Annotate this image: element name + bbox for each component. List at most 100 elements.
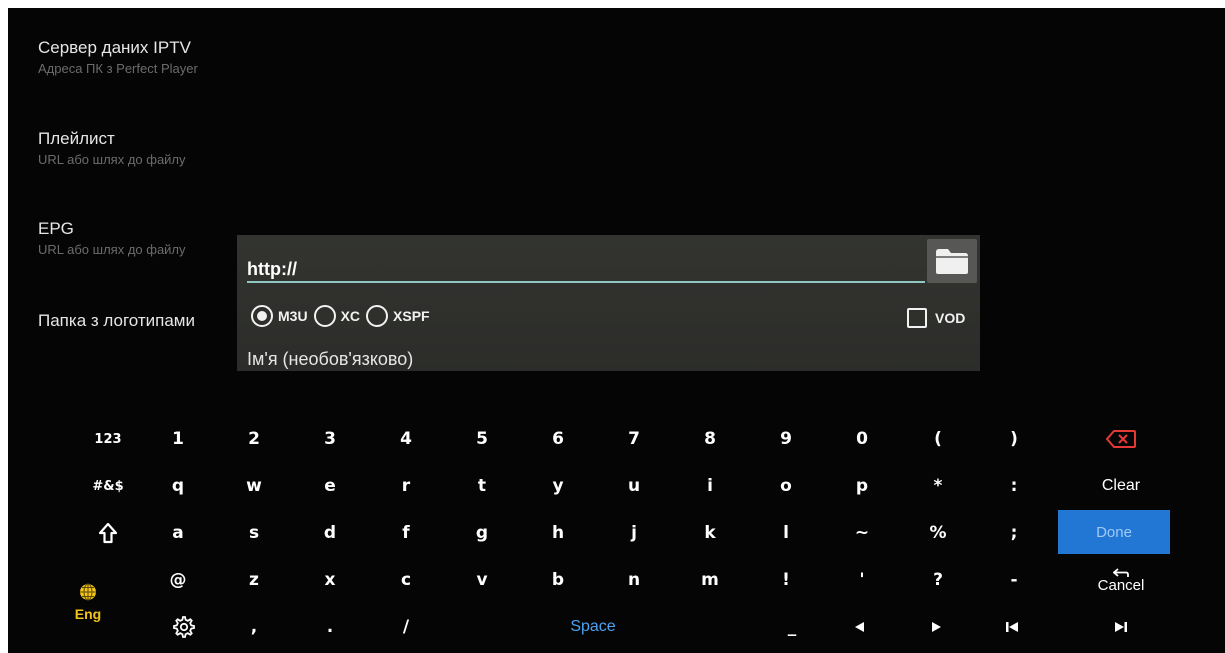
key-char[interactable]: ( bbox=[900, 416, 976, 462]
key-shift[interactable] bbox=[70, 510, 146, 556]
key-char[interactable]: f bbox=[368, 510, 444, 556]
key-char[interactable]: ? bbox=[900, 557, 976, 603]
key-char[interactable]: j bbox=[596, 510, 672, 556]
key-char[interactable]: e bbox=[292, 463, 368, 509]
key-char[interactable]: v bbox=[444, 557, 520, 603]
radio-xspf[interactable]: XSPF bbox=[366, 305, 430, 327]
key-char[interactable]: . bbox=[292, 604, 368, 650]
key-char[interactable]: @ bbox=[140, 557, 216, 603]
setting-playlist[interactable]: Плейлист URL або шлях до файлу bbox=[38, 129, 186, 169]
key-char[interactable]: k bbox=[672, 510, 748, 556]
backspace-icon bbox=[1105, 430, 1136, 448]
key-char[interactable]: ! bbox=[748, 557, 824, 603]
gear-icon bbox=[173, 616, 195, 638]
key-char[interactable]: ' bbox=[824, 557, 900, 603]
key-char[interactable]: * bbox=[900, 463, 976, 509]
key-char[interactable]: b bbox=[520, 557, 596, 603]
radio-label: XC bbox=[340, 308, 361, 324]
key-char[interactable]: - bbox=[976, 557, 1052, 603]
key-char[interactable]: l bbox=[748, 510, 824, 556]
key-cancel[interactable]: Cancel bbox=[1076, 557, 1166, 603]
key-symbols-mode[interactable]: #&$ bbox=[70, 463, 146, 509]
key-char[interactable]: 7 bbox=[596, 416, 672, 462]
key-language[interactable]: Eng bbox=[50, 557, 126, 647]
name-input[interactable] bbox=[247, 347, 947, 371]
vod-checkbox[interactable]: VOD bbox=[907, 308, 965, 328]
key-char[interactable]: u bbox=[596, 463, 672, 509]
radio-label: XSPF bbox=[393, 308, 430, 324]
setting-iptv-data-server[interactable]: Сервер даних IPTV Адреса ПК з Perfect Pl… bbox=[38, 38, 198, 78]
key-end[interactable] bbox=[1083, 604, 1159, 650]
key-char[interactable]: h bbox=[520, 510, 596, 556]
folder-icon bbox=[936, 249, 968, 274]
key-char[interactable]: 0 bbox=[824, 416, 900, 462]
key-char[interactable]: q bbox=[140, 463, 216, 509]
url-input[interactable] bbox=[247, 249, 925, 283]
key-char[interactable]: , bbox=[216, 604, 292, 650]
radio-circle bbox=[313, 305, 336, 327]
setting-title: Плейлист bbox=[38, 129, 115, 148]
key-char[interactable]: ) bbox=[976, 416, 1052, 462]
setting-epg[interactable]: EPG URL або шлях до файлу bbox=[38, 219, 186, 259]
key-char[interactable]: y bbox=[520, 463, 596, 509]
key-backspace[interactable] bbox=[1083, 416, 1159, 462]
skip-end-icon bbox=[1115, 622, 1127, 632]
playlist-dialog: M3U XC XSPF VOD bbox=[237, 235, 980, 371]
radio-selected-dot bbox=[257, 311, 267, 321]
key-numbers-mode[interactable]: 123 bbox=[70, 416, 146, 462]
radio-circle bbox=[366, 305, 389, 327]
key-char[interactable]: a bbox=[140, 510, 216, 556]
setting-title: Сервер даних IPTV bbox=[38, 38, 191, 57]
key-char[interactable]: 6 bbox=[520, 416, 596, 462]
format-radio-group: M3U XC XSPF bbox=[251, 305, 436, 327]
key-char[interactable]: o bbox=[748, 463, 824, 509]
radio-xc[interactable]: XC bbox=[313, 305, 361, 327]
key-left[interactable] bbox=[822, 604, 898, 650]
key-home[interactable] bbox=[974, 604, 1050, 650]
key-char[interactable]: s bbox=[216, 510, 292, 556]
key-char[interactable]: g bbox=[444, 510, 520, 556]
key-char[interactable]: ~ bbox=[824, 510, 900, 556]
key-char[interactable]: 9 bbox=[748, 416, 824, 462]
key-char[interactable]: r bbox=[368, 463, 444, 509]
key-char[interactable]: 4 bbox=[368, 416, 444, 462]
checkbox-box bbox=[907, 308, 927, 328]
key-underscore[interactable]: _ bbox=[754, 604, 830, 650]
key-char[interactable]: 1 bbox=[140, 416, 216, 462]
language-label: Eng bbox=[74, 606, 102, 622]
key-char[interactable]: z bbox=[216, 557, 292, 603]
vod-label: VOD bbox=[935, 310, 966, 326]
key-char[interactable]: 8 bbox=[672, 416, 748, 462]
key-char[interactable]: w bbox=[216, 463, 292, 509]
key-char[interactable]: i bbox=[672, 463, 748, 509]
key-char[interactable]: 3 bbox=[292, 416, 368, 462]
key-char[interactable]: d bbox=[292, 510, 368, 556]
radio-circle bbox=[251, 305, 273, 327]
browse-folder-button[interactable] bbox=[927, 239, 977, 283]
key-char[interactable]: 5 bbox=[444, 416, 520, 462]
tv-screen: Сервер даних IPTV Адреса ПК з Perfect Pl… bbox=[8, 8, 1225, 653]
key-space[interactable]: Space bbox=[488, 604, 698, 650]
key-clear[interactable]: Clear bbox=[1076, 463, 1166, 509]
undo-arrow-icon bbox=[1113, 567, 1129, 577]
key-char[interactable]: ; bbox=[976, 510, 1052, 556]
setting-logo-folder[interactable]: Папка з логотипами bbox=[38, 311, 195, 331]
radio-m3u[interactable]: M3U bbox=[251, 305, 308, 327]
skip-start-icon bbox=[1006, 622, 1018, 632]
key-char[interactable]: x bbox=[292, 557, 368, 603]
key-char[interactable]: n bbox=[596, 557, 672, 603]
key-char[interactable]: : bbox=[976, 463, 1052, 509]
cancel-label: Cancel bbox=[1097, 576, 1145, 594]
key-done[interactable]: Done bbox=[1058, 510, 1170, 554]
radio-label: M3U bbox=[278, 308, 308, 324]
key-char[interactable]: / bbox=[368, 604, 444, 650]
key-right[interactable] bbox=[898, 604, 974, 650]
setting-title: EPG bbox=[38, 219, 74, 238]
key-char[interactable]: 2 bbox=[216, 416, 292, 462]
key-settings[interactable] bbox=[146, 604, 222, 650]
key-char[interactable]: t bbox=[444, 463, 520, 509]
key-char[interactable]: c bbox=[368, 557, 444, 603]
key-char[interactable]: p bbox=[824, 463, 900, 509]
key-char[interactable]: m bbox=[672, 557, 748, 603]
key-char[interactable]: % bbox=[900, 510, 976, 556]
